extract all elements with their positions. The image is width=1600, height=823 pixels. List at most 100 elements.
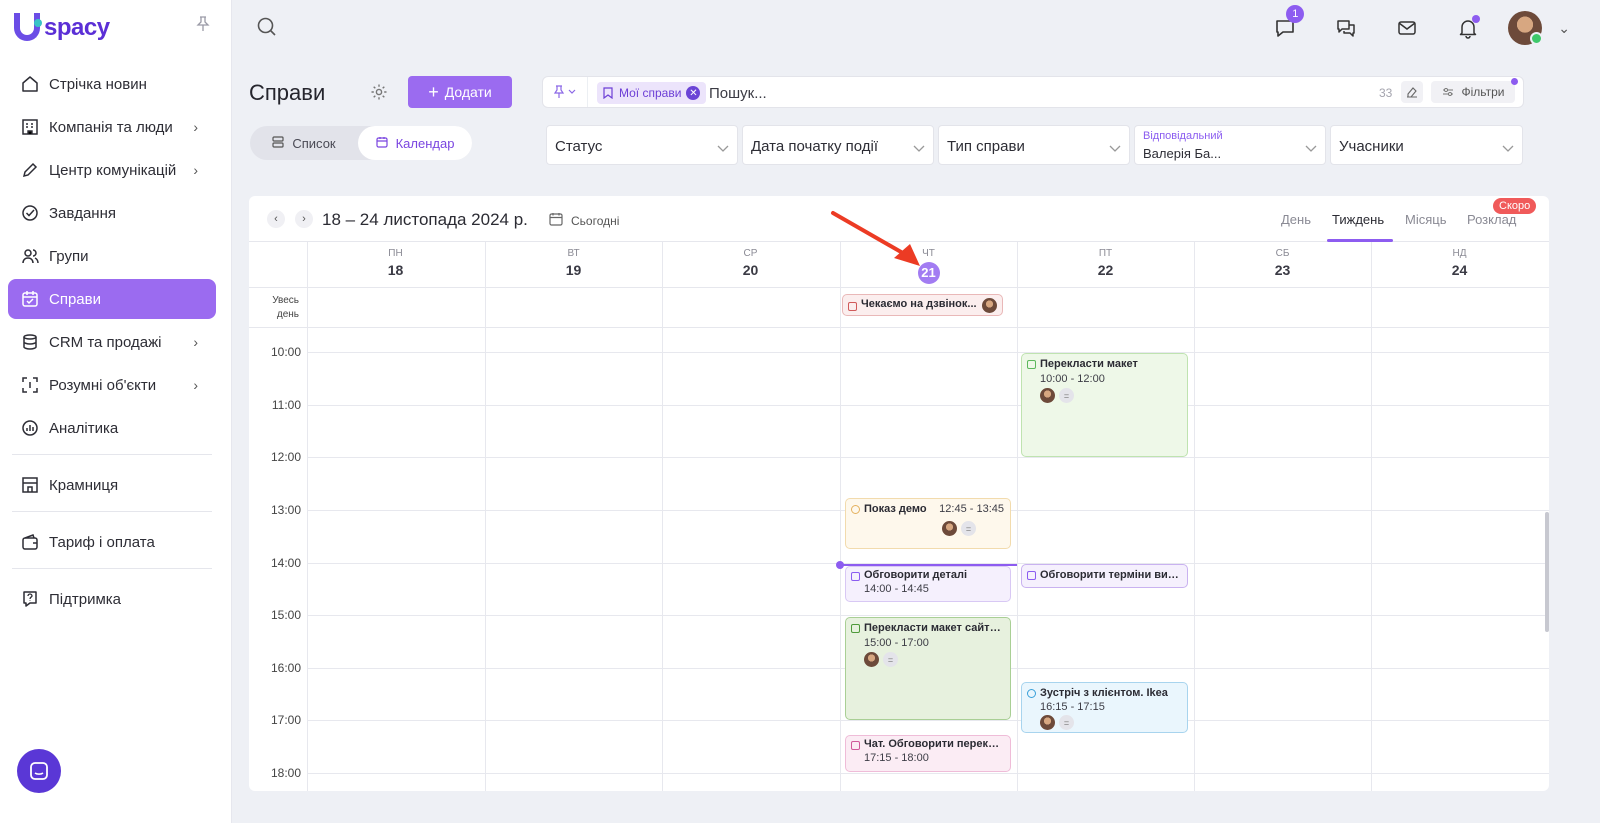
event-allday-call[interactable]: Чекаємо на дзвінок...: [842, 294, 1003, 316]
pin-icon[interactable]: [196, 16, 212, 32]
divider: [587, 77, 588, 107]
sidebar-item-company[interactable]: Компанія та люди ›: [8, 107, 216, 147]
filters-active-dot: [1511, 78, 1518, 85]
filter-chip-my-cases[interactable]: Мої справи ✕: [597, 82, 707, 104]
event-translate-layout[interactable]: Перекласти макет 10:00 - 12:00 =: [1021, 353, 1188, 457]
hour-label: 10:00: [270, 345, 301, 359]
participants-filter-label: Учасники: [1339, 138, 1404, 155]
messages-badge: 1: [1286, 5, 1305, 23]
sidebar-item-crm[interactable]: CRM та продажі ›: [8, 322, 216, 362]
search-input[interactable]: [709, 83, 1309, 103]
sidebar-item-smart-objects[interactable]: Розумні об'єкти ›: [8, 365, 216, 405]
event-time: 15:00 - 17:00: [864, 637, 929, 649]
chevron-down-icon: [1305, 140, 1317, 157]
calendar-scrollbar[interactable]: [1545, 512, 1549, 632]
chevron-down-icon: [913, 140, 925, 157]
results-count: 33: [1379, 86, 1393, 100]
view-list-button[interactable]: Список: [250, 126, 358, 160]
today-button[interactable]: Сьогодні: [549, 212, 619, 229]
chevron-down-icon[interactable]: ⌄: [1558, 20, 1570, 37]
sidebar-item-cases[interactable]: Справи: [8, 279, 216, 319]
all-day-label: Увесь день: [272, 295, 299, 320]
event-participants: =: [1040, 715, 1181, 730]
participant-avatar: [982, 298, 997, 313]
filters-button[interactable]: Фільтри: [1431, 78, 1518, 103]
add-button[interactable]: + Додати: [408, 76, 512, 108]
start-date-filter[interactable]: Дата початку події: [742, 125, 934, 165]
day-name: СР: [743, 248, 758, 259]
calendar-icon: [549, 212, 563, 229]
day-header-sat[interactable]: СБ 23: [1194, 248, 1371, 278]
chats-button[interactable]: [1328, 10, 1364, 46]
day-number: 19: [565, 262, 582, 278]
sidebar-item-analytics[interactable]: Аналітика: [8, 408, 216, 448]
today-button-label: Сьогодні: [571, 213, 620, 228]
view-switcher: Список Календар: [250, 126, 472, 160]
calendar-icon: [851, 624, 860, 633]
status-filter[interactable]: Статус: [546, 125, 738, 165]
view-calendar-button[interactable]: Календар: [358, 126, 472, 160]
day-header-tue[interactable]: ВТ 19: [485, 248, 662, 278]
day-name: СБ: [1275, 248, 1290, 259]
day-name: ПТ: [1098, 248, 1113, 259]
current-time-dot: [836, 561, 844, 569]
settings-gear-icon[interactable]: [370, 83, 388, 106]
responsible-filter[interactable]: Відповідальний Валерія Ба...: [1134, 125, 1326, 165]
event-title: Перекласти макет: [1040, 358, 1138, 370]
calendar-icon: [375, 136, 388, 151]
clear-search-button[interactable]: [1401, 81, 1423, 103]
event-time: 12:45 - 13:45: [939, 503, 1004, 515]
participants-filter[interactable]: Учасники: [1330, 125, 1523, 165]
sidebar-item-store[interactable]: Крамниця: [8, 465, 216, 505]
sidebar-item-communications[interactable]: Центр комунікацій ›: [8, 150, 216, 190]
event-chat-discuss[interactable]: Чат. Обговорити перекл... 17:15 - 18:00: [845, 735, 1011, 772]
view-week-tab[interactable]: Тиждень: [1332, 212, 1384, 227]
sidebar-item-tasks[interactable]: Завдання: [8, 193, 216, 233]
day-header-sun[interactable]: НД 24: [1371, 248, 1548, 278]
event-translate-site[interactable]: Перекласти макет сайту... 15:00 - 17:00 …: [845, 617, 1011, 720]
logo[interactable]: spacy: [14, 12, 110, 44]
store-icon: [20, 475, 40, 495]
next-week-button[interactable]: ›: [295, 210, 313, 228]
chevron-down-icon: [717, 140, 729, 157]
sidebar-item-billing[interactable]: Тариф і оплата: [8, 522, 216, 562]
event-time: 14:00 - 14:45: [864, 583, 929, 595]
event-demo[interactable]: Показ демо 12:45 - 13:45 =: [845, 498, 1011, 549]
search-icon[interactable]: [256, 16, 278, 43]
type-filter[interactable]: Тип справи: [938, 125, 1130, 165]
participant-avatar: [942, 521, 957, 536]
view-day-tab[interactable]: День: [1281, 212, 1311, 227]
event-discuss-terms[interactable]: Обговорити терміни вик...: [1021, 564, 1188, 588]
event-discuss-details[interactable]: Обговорити деталі 14:00 - 14:45: [845, 566, 1011, 602]
day-header-wed[interactable]: СР 20: [662, 248, 839, 278]
day-header-fri[interactable]: ПТ 22: [1017, 248, 1194, 278]
messages-button[interactable]: 1: [1267, 5, 1305, 46]
participant-avatar: [1040, 388, 1055, 403]
calendar-icon: [848, 302, 857, 311]
user-icon: [851, 505, 860, 514]
event-title: Зустріч з клієнтом. Ikea: [1040, 687, 1168, 699]
sidebar-item-label: CRM та продажі: [49, 333, 162, 351]
view-schedule-tab[interactable]: Розклад: [1467, 212, 1516, 227]
day-header-mon[interactable]: ПН 18: [307, 248, 484, 278]
view-list-label: Список: [292, 135, 336, 151]
view-month-tab[interactable]: Місяць: [1405, 212, 1446, 227]
mail-button[interactable]: [1389, 10, 1425, 46]
sidebar-item-label: Тариф і оплата: [49, 533, 155, 551]
sidebar-item-support[interactable]: Підтримка: [8, 579, 216, 619]
hour-line: [307, 615, 1549, 616]
notifications-button[interactable]: [1450, 10, 1486, 46]
sidebar-item-news[interactable]: Стрічка новин: [8, 64, 216, 104]
add-button-label: Додати: [444, 84, 492, 100]
prev-week-button[interactable]: ‹: [267, 210, 285, 228]
event-client-meeting[interactable]: Зустріч з клієнтом. Ikea 16:15 - 17:15 =: [1021, 682, 1188, 733]
company-icon: [20, 117, 40, 137]
support-chat-button[interactable]: [17, 749, 61, 793]
pin-dropdown[interactable]: [553, 85, 577, 102]
remove-chip-icon[interactable]: ✕: [686, 86, 701, 100]
sidebar-item-groups[interactable]: Групи: [8, 236, 216, 276]
participant-avatar: [1040, 715, 1055, 730]
mail-icon: [1398, 21, 1417, 35]
view-calendar-label: Календар: [395, 135, 455, 151]
user-avatar[interactable]: [1508, 11, 1544, 45]
